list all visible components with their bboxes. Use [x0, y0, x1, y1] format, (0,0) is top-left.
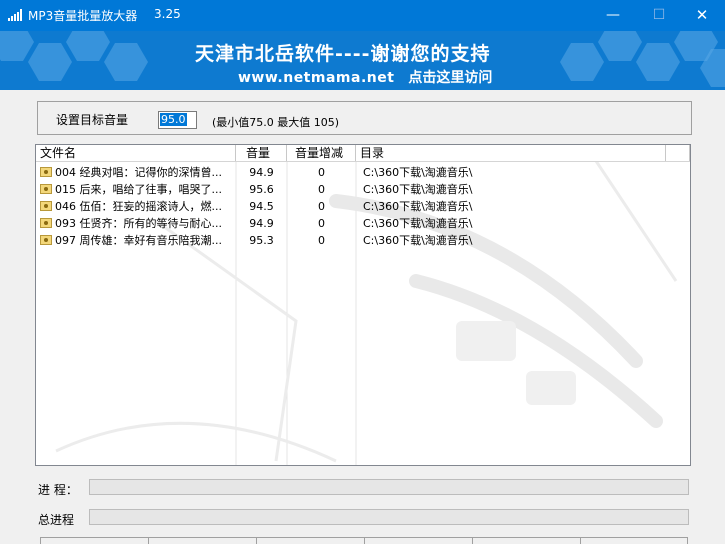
- music-file-icon: [40, 235, 52, 245]
- list-header: 文件名 音量 音量增减 目录: [36, 145, 690, 162]
- music-file-icon: [40, 218, 52, 228]
- column-header-filler: [666, 145, 690, 161]
- row-file-name: 046 伍佰：狂妄的摇滚诗人，燃...: [55, 200, 222, 213]
- column-header-gain[interactable]: 音量增减: [287, 145, 356, 161]
- banner-visit-link[interactable]: 点击这里访问: [408, 70, 492, 86]
- banner-site[interactable]: www.netmama.net: [238, 70, 394, 86]
- close-button[interactable]: ✕: [679, 0, 725, 31]
- row-file-name: 015 后来，唱给了往事，唱哭了...: [55, 183, 222, 196]
- hex-pattern-icon: [636, 43, 680, 81]
- window-version: 3.25: [154, 7, 181, 21]
- banner-heading: 天津市北岳软件----谢谢您的支持: [195, 43, 491, 65]
- maximize-button[interactable]: ☐: [636, 0, 682, 31]
- target-volume-value: 95.0: [160, 113, 187, 126]
- row-volume: 95.3: [249, 234, 274, 247]
- row-directory: C:\360下载\淘漉音乐\: [363, 166, 473, 179]
- title-bar: MP3音量批量放大器 3.25 — ☐ ✕: [0, 0, 725, 31]
- row-volume: 94.5: [249, 200, 274, 213]
- hex-pattern-icon: [598, 31, 642, 61]
- table-row[interactable]: 097 周传雄：幸好有音乐陪我潮... 95.3 0 C:\360下载\淘漉音乐…: [36, 232, 690, 249]
- row-directory: C:\360下载\淘漉音乐\: [363, 183, 473, 196]
- column-header-volume[interactable]: 音量: [236, 145, 287, 161]
- total-progress-label: 总进程: [38, 513, 75, 527]
- row-volume: 94.9: [249, 217, 274, 230]
- hex-pattern-icon: [104, 43, 148, 81]
- banner-link-row[interactable]: www.netmama.net 点击这里访问: [238, 67, 492, 87]
- target-volume-hint: (最小值75.0 最大值 105): [212, 116, 340, 129]
- music-file-icon: [40, 184, 52, 194]
- row-directory: C:\360下载\淘漉音乐\: [363, 234, 473, 247]
- target-volume-label: 设置目标音量: [56, 113, 129, 127]
- target-volume-input[interactable]: 95.0: [158, 111, 197, 129]
- hex-pattern-icon: [0, 31, 34, 61]
- hex-pattern-icon: [560, 43, 604, 81]
- row-file-name: 097 周传雄：幸好有音乐陪我潮...: [55, 234, 222, 247]
- music-file-icon: [40, 201, 52, 211]
- minimize-button[interactable]: —: [590, 0, 636, 31]
- row-file-name: 004 经典对唱：记得你的深情曾...: [55, 166, 222, 179]
- row-volume: 94.9: [249, 166, 274, 179]
- row-gain: 0: [318, 200, 325, 213]
- column-header-directory[interactable]: 目录: [356, 145, 666, 161]
- file-list[interactable]: 文件名 音量 音量增减 目录 004 经典对唱：记得你的深情曾... 94.9 …: [35, 144, 691, 466]
- row-gain: 0: [318, 183, 325, 196]
- signal-bars-icon: [8, 9, 24, 21]
- row-gain: 0: [318, 166, 325, 179]
- music-file-icon: [40, 167, 52, 177]
- row-directory: C:\360下载\淘漉音乐\: [363, 200, 473, 213]
- column-header-name[interactable]: 文件名: [36, 145, 236, 161]
- hex-pattern-icon: [28, 43, 72, 81]
- total-progress-bar: [89, 509, 689, 525]
- row-gain: 0: [318, 217, 325, 230]
- current-progress-label: 进 程：: [38, 483, 78, 497]
- target-volume-panel: 设置目标音量 95.0 (最小值75.0 最大值 105): [37, 101, 692, 135]
- window-title: MP3音量批量放大器: [28, 9, 138, 23]
- table-row[interactable]: 015 后来，唱给了往事，唱哭了... 95.6 0 C:\360下载\淘漉音乐…: [36, 181, 690, 198]
- current-progress-bar: [89, 479, 689, 495]
- table-row[interactable]: 093 任贤齐：所有的等待与耐心... 94.9 0 C:\360下载\淘漉音乐…: [36, 215, 690, 232]
- table-row[interactable]: 004 经典对唱：记得你的深情曾... 94.9 0 C:\360下载\淘漉音乐…: [36, 164, 690, 181]
- row-gain: 0: [318, 234, 325, 247]
- row-directory: C:\360下载\淘漉音乐\: [363, 217, 473, 230]
- table-row[interactable]: 046 伍佰：狂妄的摇滚诗人，燃... 94.5 0 C:\360下载\淘漉音乐…: [36, 198, 690, 215]
- row-volume: 95.6: [249, 183, 274, 196]
- row-file-name: 093 任贤齐：所有的等待与耐心...: [55, 217, 222, 230]
- banner[interactable]: 天津市北岳软件----谢谢您的支持 www.netmama.net 点击这里访问: [0, 31, 725, 90]
- hex-pattern-icon: [66, 31, 110, 61]
